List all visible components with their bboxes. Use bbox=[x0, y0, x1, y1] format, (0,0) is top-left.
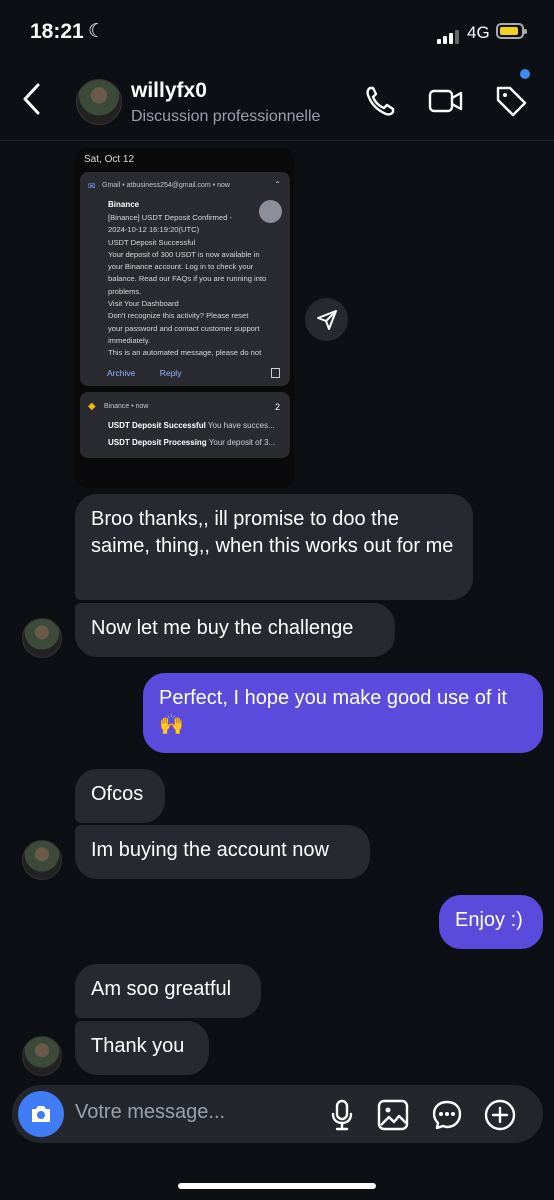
message-bubble-incoming[interactable]: Am soo greatful bbox=[75, 964, 261, 1018]
video-call-icon[interactable] bbox=[428, 87, 464, 115]
battery-icon bbox=[496, 23, 527, 39]
gmail-notification-actions: Archive Reply bbox=[107, 368, 203, 378]
send-icon bbox=[317, 310, 337, 330]
message-bubble-outgoing[interactable]: Perfect, I hope you make good use of it … bbox=[143, 673, 543, 753]
message-bubble-incoming[interactable]: Now let me buy the challenge bbox=[75, 603, 395, 657]
sender-avatar[interactable] bbox=[22, 840, 62, 880]
collapse-icon: ⌃ bbox=[274, 180, 281, 189]
message-bubble-outgoing[interactable]: Enjoy :) bbox=[439, 895, 543, 949]
phone-call-icon[interactable] bbox=[364, 84, 396, 118]
notification-dot bbox=[520, 69, 530, 79]
back-arrow-icon[interactable] bbox=[22, 82, 42, 116]
chat-header: willyfx0 Discussion professionnelle bbox=[0, 64, 554, 141]
camera-icon bbox=[32, 1106, 50, 1122]
binance-row: USDT Deposit Successful You have succes.… bbox=[108, 421, 275, 430]
open-icon bbox=[271, 368, 280, 378]
camera-button[interactable] bbox=[18, 1091, 64, 1137]
shared-screenshot[interactable]: Sat, Oct 12 ✉ Gmail • atbusiness254@gmai… bbox=[75, 148, 294, 488]
share-button[interactable] bbox=[305, 298, 348, 341]
sticker-chat-icon[interactable] bbox=[431, 1099, 463, 1131]
binance-notification-count: 2 bbox=[274, 402, 280, 412]
reply-action: Reply bbox=[159, 368, 182, 378]
message-composer: Votre message... bbox=[12, 1085, 543, 1143]
message-bubble-incoming[interactable]: Broo thanks,, ill promise to doo the sai… bbox=[75, 494, 473, 600]
moon-icon: ☾ bbox=[88, 21, 106, 42]
home-indicator bbox=[178, 1183, 376, 1189]
gmail-notification-body: [Binance] USDT Deposit Confirmed - 2024-… bbox=[108, 213, 267, 358]
contact-name[interactable]: willyfx0 bbox=[131, 79, 207, 103]
binance-notification-header: Binance • now bbox=[104, 403, 149, 410]
gmail-icon: ✉ bbox=[88, 181, 96, 191]
status-bar: 18:21 ☾ 4G bbox=[0, 0, 554, 64]
gmail-notification-header: Gmail • atbusiness254@gmail.com • now bbox=[102, 182, 230, 189]
message-bubble-incoming[interactable]: Thank you bbox=[75, 1021, 209, 1075]
plus-icon[interactable] bbox=[484, 1099, 516, 1131]
network-label: 4G bbox=[467, 23, 490, 42]
status-time: 18:21 bbox=[30, 20, 84, 43]
sender-avatar[interactable] bbox=[22, 618, 62, 658]
microphone-icon[interactable] bbox=[330, 1099, 354, 1131]
message-input[interactable]: Votre message... bbox=[75, 1101, 225, 1124]
message-bubble-incoming[interactable]: Ofcos bbox=[75, 769, 165, 823]
binance-icon: ◆ bbox=[88, 401, 96, 412]
gmail-notification-title: Binance bbox=[108, 200, 140, 209]
gallery-icon[interactable] bbox=[377, 1099, 409, 1131]
signal-icon bbox=[437, 26, 461, 44]
gmail-notification-card: ✉ Gmail • atbusiness254@gmail.com • now … bbox=[80, 172, 290, 386]
tag-icon[interactable] bbox=[494, 84, 528, 118]
contact-avatar[interactable] bbox=[76, 79, 122, 125]
binance-notification-card: ◆ Binance • now 2 USDT Deposit Successfu… bbox=[80, 392, 290, 458]
binance-row: USDT Deposit Processing Your deposit of … bbox=[108, 438, 276, 447]
message-bubble-incoming[interactable]: Im buying the account now bbox=[75, 825, 370, 879]
contact-subtitle: Discussion professionnelle bbox=[131, 108, 321, 125]
sender-avatar[interactable] bbox=[22, 1036, 62, 1076]
archive-action: Archive bbox=[107, 368, 136, 378]
screenshot-date: Sat, Oct 12 bbox=[84, 154, 135, 165]
